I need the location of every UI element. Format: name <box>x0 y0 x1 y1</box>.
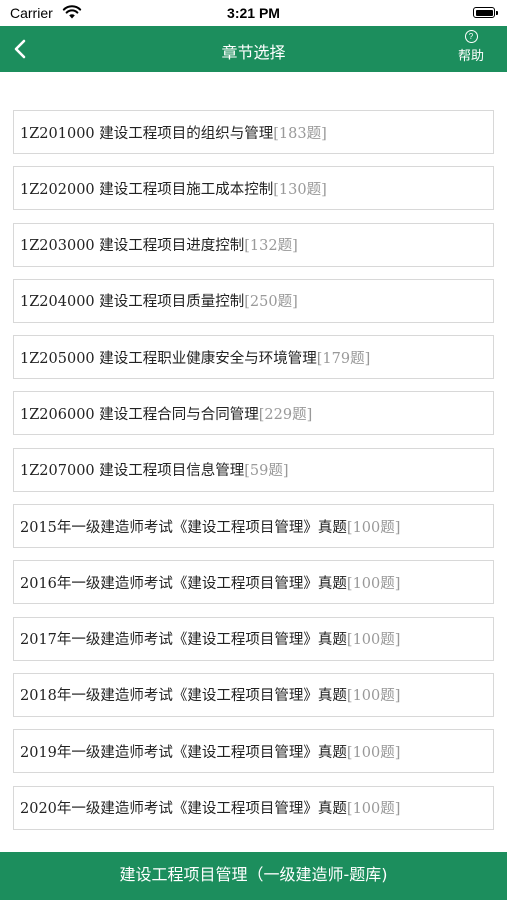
chapter-item[interactable]: 1Z207000 建设工程项目信息管理 [59题] <box>13 447 494 492</box>
question-count: [100题] <box>346 632 401 649</box>
question-count: [179题] <box>316 350 371 367</box>
status-bar: Carrier 3:21 PM <box>0 0 507 26</box>
chapter-title: 2016年一级建造师考试《建设工程项目管理》真题 <box>20 575 347 592</box>
question-count: [130题] <box>273 181 327 198</box>
chapter-list: 1Z201000 建设工程项目的组织与管理 [183题] 1Z202000 建设工… <box>13 110 494 842</box>
question-circle-icon: ? <box>464 30 478 43</box>
chapter-title: 1Z205000 建设工程职业健康安全与环境管理 <box>20 350 317 367</box>
chapter-item[interactable]: 2015年一级建造师考试《建设工程项目管理》真题 [100题] <box>13 504 494 549</box>
chapter-title: 2020年一级建造师考试《建设工程项目管理》真题 <box>20 801 347 818</box>
question-count: [100题] <box>346 519 401 536</box>
back-arrow-icon[interactable] <box>10 38 32 60</box>
chapter-title: 1Z204000 建设工程项目质量控制 <box>20 294 245 311</box>
chapter-title: 1Z203000 建设工程项目进度控制 <box>20 238 245 255</box>
chapter-item[interactable]: 1Z201000 建设工程项目的组织与管理 [183题] <box>13 110 494 154</box>
bottom-bar[interactable]: 建设工程项目管理（一级建造师-题库) <box>0 852 507 900</box>
chapter-title: 1Z206000 建设工程合同与合同管理 <box>20 406 259 423</box>
chapter-title: 1Z201000 建设工程项目的组织与管理 <box>20 125 274 142</box>
chapter-title: 1Z207000 建设工程项目信息管理 <box>20 463 245 480</box>
question-count: [100题] <box>346 801 401 818</box>
help-label: 帮助 <box>457 49 484 64</box>
chapter-title: 2015年一级建造师考试《建设工程项目管理》真题 <box>20 519 347 536</box>
question-count: [229题] <box>258 406 313 423</box>
chapter-title: 1Z202000 建设工程项目施工成本控制 <box>20 181 274 198</box>
chapter-item[interactable]: 2019年一级建造师考试《建设工程项目管理》真题 [100题] <box>13 729 494 774</box>
chapter-item[interactable]: 2020年一级建造师考试《建设工程项目管理》真题 [100题] <box>13 785 494 830</box>
page-title: 章节选择 <box>221 43 286 62</box>
chapter-item[interactable]: 1Z204000 建设工程项目质量控制 [250题] <box>13 278 494 323</box>
chapter-item[interactable]: 1Z206000 建设工程合同与合同管理 [229题] <box>13 391 494 436</box>
help-button[interactable]: ? 帮助 <box>453 30 489 64</box>
question-bank-label: 建设工程项目管理（一级建造师-题库) <box>119 865 388 884</box>
question-count: [183题] <box>273 125 327 142</box>
chapter-item[interactable]: 1Z205000 建设工程职业健康安全与环境管理 [179题] <box>13 335 494 380</box>
chapter-item[interactable]: 2017年一级建造师考试《建设工程项目管理》真题 [100题] <box>13 616 494 661</box>
chapter-title: 2019年一级建造师考试《建设工程项目管理》真题 <box>20 744 347 761</box>
question-count: [100题] <box>346 575 401 592</box>
question-count: [250题] <box>244 294 298 311</box>
nav-bar: 章节选择 ? 帮助 <box>0 26 507 72</box>
chapter-item[interactable]: 2018年一级建造师考试《建设工程项目管理》真题 [100题] <box>13 672 494 717</box>
chapter-item[interactable]: 1Z202000 建设工程项目施工成本控制 [130题] <box>13 166 494 211</box>
chapter-title: 2018年一级建造师考试《建设工程项目管理》真题 <box>20 688 347 705</box>
question-count: [59题] <box>244 463 289 480</box>
chapter-item[interactable]: 2016年一级建造师考试《建设工程项目管理》真题 [100题] <box>13 560 494 605</box>
clock-time: 3:21 PM <box>227 5 280 21</box>
question-count: [132题] <box>244 238 298 255</box>
battery-icon <box>473 7 498 18</box>
chapter-item[interactable]: 1Z203000 建设工程项目进度控制 [132题] <box>13 222 494 267</box>
chapter-title: 2017年一级建造师考试《建设工程项目管理》真题 <box>20 632 347 649</box>
question-count: [100题] <box>346 744 401 761</box>
question-count: [100题] <box>346 688 401 705</box>
